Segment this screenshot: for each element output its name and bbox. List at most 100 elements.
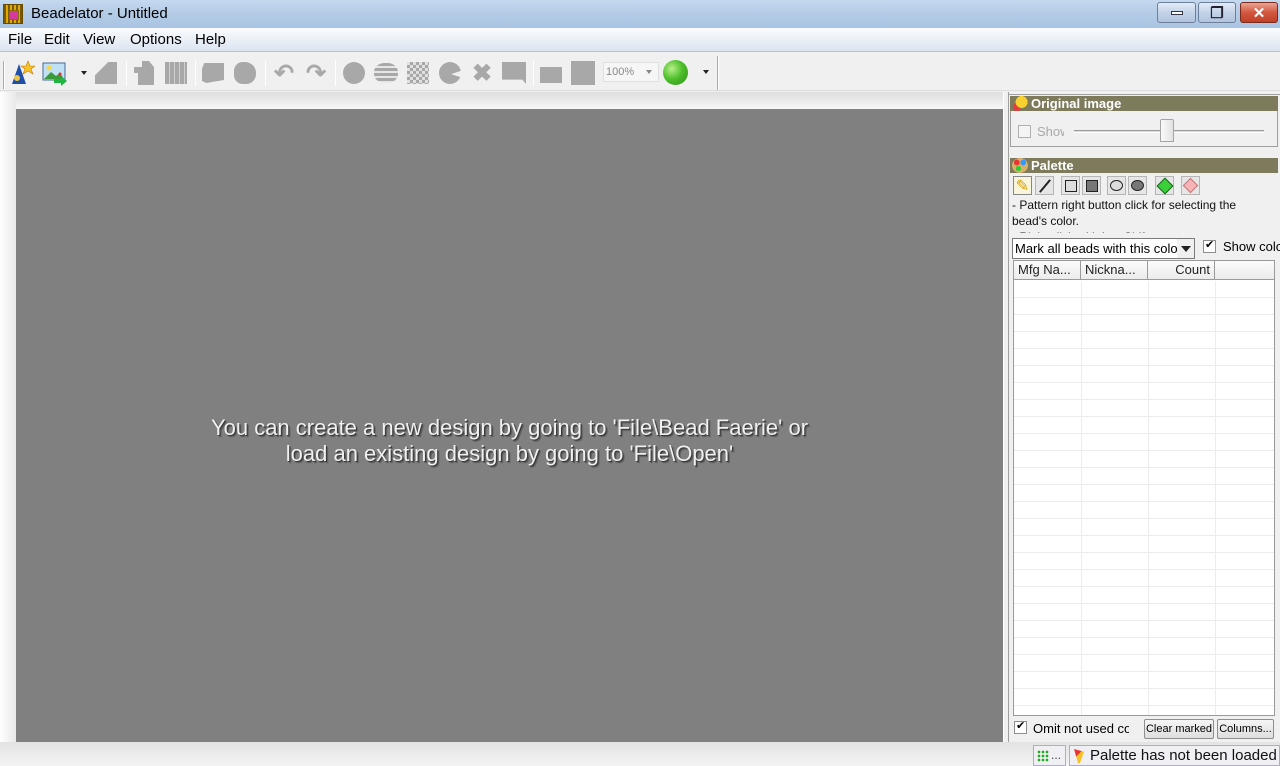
wand-icon [1074, 749, 1084, 763]
grid-import-icon [165, 62, 187, 84]
pencil-tool[interactable]: ✎ [1013, 176, 1032, 195]
empty-canvas-message: You can create a new design by going to … [16, 415, 1003, 467]
undo-icon: ↶ [273, 59, 295, 87]
grid-col-line [1081, 281, 1082, 715]
opacity-slider-thumb[interactable] [1160, 119, 1174, 142]
palette-icon [1012, 158, 1028, 173]
show-colors-label: Show colors [1223, 239, 1280, 254]
circle-filled-icon [1131, 180, 1144, 191]
rect-filled-tool[interactable] [1082, 176, 1101, 195]
eraser-tool[interactable] [1181, 176, 1200, 195]
original-image-header[interactable]: Original image [1010, 96, 1278, 111]
hint-line-2: bead's color. [1012, 214, 1080, 228]
restore-icon: ❐ [1210, 4, 1224, 22]
clear-marked-button[interactable]: Clear marked [1144, 719, 1214, 739]
hint-line-3: - Right click with key Shift opens conte… [1012, 229, 1274, 233]
bead-strand-button[interactable] [373, 60, 399, 86]
undo-button[interactable]: ↶ [271, 59, 297, 87]
menu-help[interactable]: Help [193, 31, 228, 48]
ellipse-outline-tool[interactable] [1107, 176, 1126, 195]
palette-header[interactable]: Palette [1010, 158, 1278, 173]
rect-outline-tool[interactable] [1061, 176, 1080, 195]
toolbar-grip[interactable] [3, 61, 5, 89]
grid-col-line [1215, 281, 1216, 715]
select-area-button[interactable] [200, 60, 226, 86]
eraser-icon [1182, 177, 1199, 194]
column-header-nickname[interactable]: Nickna... [1081, 261, 1148, 280]
status-dropdown-arrow[interactable] [703, 70, 709, 74]
toolbar-separator [335, 60, 336, 86]
toolbar-separator [126, 60, 127, 86]
thin-pencil-tool[interactable] [1035, 176, 1054, 195]
zoom-dropdown-arrow[interactable] [646, 70, 652, 74]
lasso-button[interactable] [232, 60, 258, 86]
export-page-icon [134, 61, 154, 85]
horizontal-ruler [0, 92, 1003, 109]
crop-button[interactable] [93, 60, 119, 86]
import-grid-button[interactable] [163, 60, 189, 86]
show-colors-checkbox[interactable] [1203, 238, 1216, 253]
crop-icon [95, 62, 117, 84]
menu-file[interactable]: File [6, 31, 34, 48]
wizard-hat-star-icon [12, 60, 35, 84]
column-header-mfg-name[interactable]: Mfg Na... [1014, 261, 1081, 280]
title-bar: Beadelator - Untitled ❐ ✕ [0, 0, 1280, 28]
folder-icon [540, 67, 562, 83]
comment-button[interactable] [501, 60, 527, 86]
panel-top-border [1009, 92, 1280, 95]
export-button[interactable] [131, 60, 157, 86]
menu-edit[interactable]: Edit [42, 31, 72, 48]
combo-dropdown-button[interactable] [1177, 239, 1194, 258]
show-original-checkbox[interactable] [1018, 125, 1031, 138]
circle-bead-icon [343, 62, 365, 84]
pattern-fill-button[interactable] [405, 60, 431, 86]
bead-strand-icon [374, 63, 398, 83]
column-header-extra[interactable] [1215, 261, 1274, 280]
column-header-count[interactable]: Count [1148, 261, 1215, 280]
status-message: Palette has not been loaded [1090, 747, 1277, 764]
open-dropdown-arrow[interactable] [81, 71, 87, 75]
lasso-icon [234, 62, 256, 84]
redo-icon: ↷ [305, 59, 327, 87]
circle-outline-icon [1110, 180, 1123, 191]
grid-dots-icon [1037, 750, 1049, 762]
close-button[interactable]: ✕ [1240, 2, 1278, 23]
show-original-label: Show [1037, 124, 1064, 139]
thin-pencil-icon [1038, 178, 1051, 193]
minimize-button[interactable] [1157, 2, 1196, 23]
menu-options[interactable]: Options [128, 31, 184, 48]
palette-hint: - Pattern right button click for selecti… [1012, 197, 1274, 233]
grid-status-pane: ... [1033, 745, 1066, 766]
folder-button[interactable] [538, 60, 564, 86]
checker-icon [407, 62, 429, 84]
fill-tool[interactable] [1155, 176, 1174, 195]
hint-line-1: - Pattern right button click for selecti… [1012, 198, 1237, 212]
columns-button[interactable]: Columns... [1217, 719, 1274, 739]
square-button[interactable] [570, 60, 596, 86]
palette-grid[interactable]: Mfg Na... Nickna... Count [1013, 260, 1275, 716]
mark-beads-value: Mark all beads with this color [1015, 241, 1182, 256]
toolbar-separator [195, 60, 196, 86]
toolbar-end [717, 56, 719, 90]
omit-unused-checkbox[interactable] [1014, 719, 1027, 734]
scatter-button[interactable]: ✖ [469, 60, 495, 87]
window-title: Beadelator - Untitled [31, 5, 168, 22]
app-icon [3, 4, 23, 24]
square-icon [571, 61, 595, 85]
zoom-value: 100% [606, 66, 635, 78]
bead-button[interactable] [341, 60, 367, 86]
pencil-icon: ✎ [1015, 177, 1030, 195]
mark-beads-combo[interactable]: Mark all beads with this color [1012, 238, 1195, 259]
speech-box-icon [502, 62, 526, 84]
bead-faerie-button[interactable] [9, 60, 35, 86]
redo-button[interactable]: ↷ [303, 59, 329, 87]
square-outline-icon [1064, 179, 1077, 192]
shape-button[interactable] [437, 60, 463, 86]
restore-button[interactable]: ❐ [1198, 2, 1236, 23]
status-indicator-icon[interactable] [663, 60, 688, 85]
grid-col-line [1148, 281, 1149, 715]
menu-view[interactable]: View [81, 31, 117, 48]
toolbar-separator [265, 60, 266, 86]
ellipse-filled-tool[interactable] [1128, 176, 1147, 195]
open-image-button[interactable] [41, 60, 69, 86]
